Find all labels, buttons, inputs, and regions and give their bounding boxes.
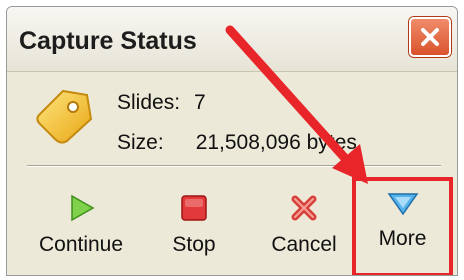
cancel-button[interactable]: Cancel bbox=[259, 187, 349, 267]
size-value: 21,508,096 bytes bbox=[195, 131, 357, 154]
divider bbox=[27, 165, 441, 167]
size-label: Size: bbox=[117, 131, 164, 154]
slides-value: 7 bbox=[194, 91, 206, 114]
play-icon bbox=[71, 194, 95, 222]
continue-label: Continue bbox=[38, 233, 124, 256]
more-label: More bbox=[378, 227, 427, 250]
tag-icon bbox=[36, 89, 93, 144]
cancel-x-icon bbox=[291, 195, 317, 221]
stop-icon bbox=[181, 195, 207, 221]
continue-button[interactable]: Continue bbox=[31, 187, 131, 267]
triangle-down-icon bbox=[387, 193, 418, 216]
slides-row: Slides: 7 bbox=[117, 91, 206, 115]
more-button[interactable]: More bbox=[352, 177, 453, 275]
close-icon bbox=[421, 28, 439, 46]
title-bar: Capture Status bbox=[7, 7, 457, 72]
capture-status-window: Capture Status Slides: 7 Size: 21,508,096 … bbox=[6, 6, 458, 276]
stop-button[interactable]: Stop bbox=[159, 187, 229, 267]
stop-label: Stop bbox=[172, 233, 216, 256]
window-title: Capture Status bbox=[19, 27, 197, 55]
close-button[interactable] bbox=[409, 17, 451, 57]
cancel-label: Cancel bbox=[271, 233, 337, 256]
slides-label: Slides: bbox=[117, 91, 181, 114]
size-row: Size: 21,508,096 bytes bbox=[117, 131, 357, 155]
